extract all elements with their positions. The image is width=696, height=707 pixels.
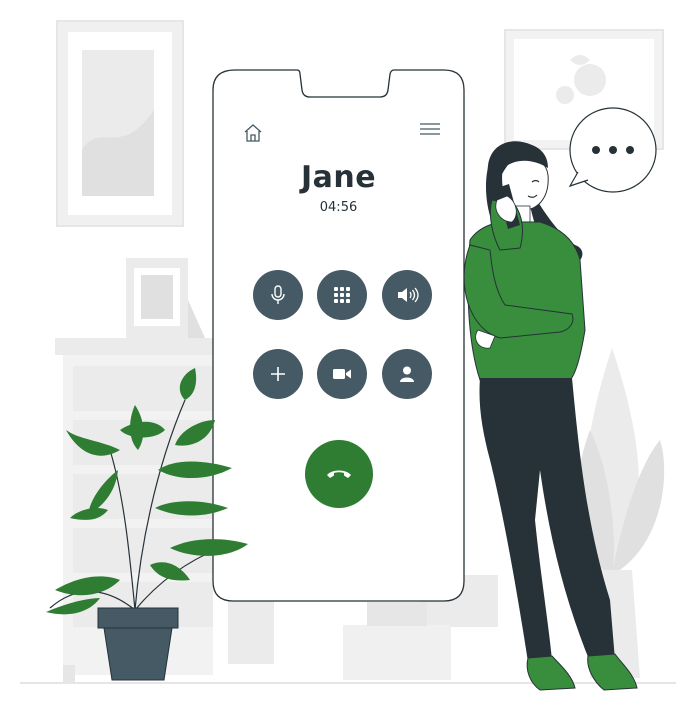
home-button[interactable] xyxy=(241,121,265,145)
speaker-button[interactable] xyxy=(382,270,432,320)
menu-button[interactable] xyxy=(417,120,443,140)
end-call-button[interactable] xyxy=(305,440,373,508)
caller-name: Jane xyxy=(300,160,377,195)
keypad-button[interactable] xyxy=(317,270,367,320)
hamburger-menu-icon xyxy=(420,123,440,135)
plus-icon xyxy=(271,367,285,381)
wall-frame-left xyxy=(56,20,184,227)
home-icon xyxy=(244,124,262,142)
speaker-icon xyxy=(398,287,419,303)
contacts-button[interactable] xyxy=(382,349,432,399)
add-call-button[interactable] xyxy=(253,349,303,399)
contact-icon xyxy=(400,366,414,382)
call-duration: 04:56 xyxy=(319,200,358,215)
plant-pot xyxy=(97,607,179,681)
video-call-button[interactable] xyxy=(317,349,367,399)
photo-frame xyxy=(126,258,205,338)
speech-bubble xyxy=(568,107,657,193)
microphone-icon xyxy=(271,285,285,304)
video-camera-icon xyxy=(333,369,351,379)
call-screen: Jane 04:56 xyxy=(213,70,464,601)
hang-up-phone-icon xyxy=(327,470,351,478)
keypad-icon xyxy=(334,287,350,303)
mute-button[interactable] xyxy=(253,270,303,320)
